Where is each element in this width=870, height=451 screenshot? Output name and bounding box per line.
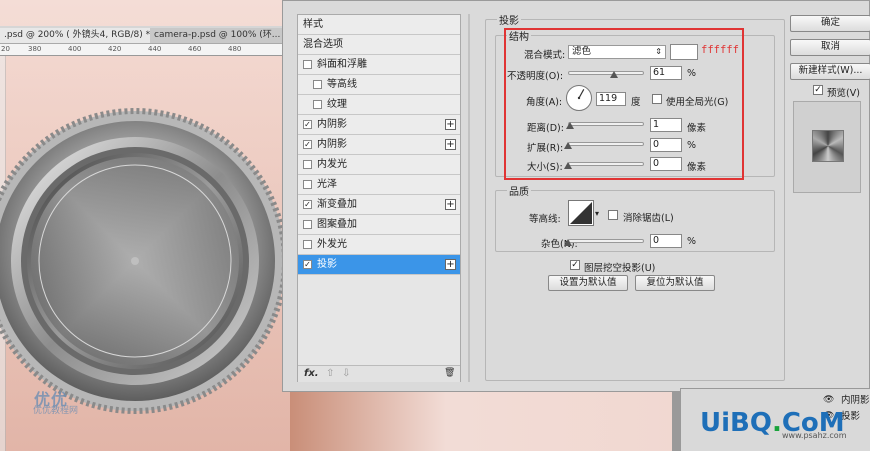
add-effect-icon[interactable]: + — [445, 199, 456, 210]
knockout-checkbox[interactable]: ✓ — [570, 260, 580, 270]
ruler-mark: 460 — [188, 45, 202, 53]
style-item-label: 混合选项 — [303, 39, 343, 50]
style-item-label: 斜面和浮雕 — [317, 59, 367, 70]
style-list: 样式混合选项斜面和浮雕等高线纹理 ✓ 内阴影 + ✓ 内阴影 + 内发光光泽 ✓ 渐变叠加 + 图案叠… — [297, 14, 461, 382]
document-tab-1[interactable]: .psd @ 200% ( 外镜头4, RGB/8) * × — [0, 28, 150, 43]
style-item-label: 内阴影 — [317, 119, 347, 130]
eye-icon[interactable]: 👁 — [823, 393, 834, 408]
horizontal-ruler: 20 380 400 420 440 460 480 — [0, 44, 290, 56]
canvas-watermark-text: 优优教程网 — [33, 406, 79, 416]
style-item-label: 光泽 — [317, 179, 337, 190]
fx-icon[interactable]: fx. — [304, 368, 319, 379]
ruler-mark: 20 — [1, 45, 10, 53]
style-preview — [793, 101, 861, 193]
style-item-checkbox[interactable]: ✓ — [303, 140, 312, 149]
layer-effect-row[interactable]: 👁 内阴影 — [681, 393, 870, 408]
style-item-checkbox[interactable] — [313, 100, 322, 109]
add-effect-icon[interactable]: + — [445, 259, 456, 270]
panel-divider — [672, 392, 680, 451]
style-item-label: 渐变叠加 — [317, 199, 357, 210]
drop-shadow-title: 投影 — [497, 12, 521, 27]
document-tab-bar: .psd @ 200% ( 外镜头4, RGB/8) * × camera-p.… — [0, 26, 290, 44]
style-item-label: 样式 — [303, 19, 323, 30]
style-item-checkbox[interactable] — [303, 180, 312, 189]
style-item-label: 内发光 — [317, 159, 347, 170]
style-item-checkbox[interactable] — [303, 220, 312, 229]
list-scrollbar[interactable] — [468, 14, 470, 382]
layer-effect-label: 内阴影 — [841, 395, 870, 406]
ruler-mark: 420 — [108, 45, 122, 53]
reset-default-button[interactable]: 复位为默认值 — [635, 275, 715, 291]
style-item-label: 内阴影 — [317, 139, 347, 150]
style-item-checkbox[interactable] — [303, 240, 312, 249]
document-tab-2[interactable]: camera-p.psd @ 100% (环... × — [150, 28, 290, 43]
style-list-item[interactable]: 等高线 — [298, 75, 460, 95]
site-watermark-url: www.psahz.com — [782, 431, 847, 440]
style-item-checkbox[interactable]: ✓ — [303, 260, 312, 269]
style-list-item[interactable]: 外发光 — [298, 235, 460, 255]
style-list-item[interactable]: 混合选项 — [298, 35, 460, 55]
noise-unit: % — [687, 236, 697, 247]
contour-picker[interactable] — [568, 200, 594, 226]
document-tab-1-label: .psd @ 200% ( 外镜头4, RGB/8) * — [4, 30, 150, 40]
ruler-mark: 440 — [148, 45, 162, 53]
antialias-checkbox[interactable] — [608, 210, 618, 220]
style-list-item[interactable]: ✓ 渐变叠加 + — [298, 195, 460, 215]
style-item-checkbox[interactable]: ✓ — [303, 120, 312, 129]
noise-value: 0 — [653, 235, 660, 246]
ruler-mark: 380 — [28, 45, 42, 53]
contour-linear-icon — [570, 202, 592, 224]
preview-swatch — [812, 130, 844, 162]
quality-title: 品质 — [507, 183, 531, 198]
style-list-item[interactable]: 图案叠加 — [298, 215, 460, 235]
style-item-label: 等高线 — [327, 79, 357, 90]
contour-label: 等高线: — [529, 214, 561, 225]
cancel-button[interactable]: 取消 — [790, 39, 870, 56]
style-list-item[interactable]: ✓ 内阴影 + — [298, 135, 460, 155]
style-list-item[interactable]: 斜面和浮雕 — [298, 55, 460, 75]
knockout-label: 图层挖空投影(U) — [584, 263, 656, 274]
style-item-label: 纹理 — [327, 99, 347, 110]
style-list-item[interactable]: 内发光 — [298, 155, 460, 175]
style-item-label: 外发光 — [317, 239, 347, 250]
preview-label: 预览(V) — [827, 88, 860, 99]
document-tab-2-label: camera-p.psd @ 100% (环... — [154, 30, 281, 40]
style-item-checkbox[interactable] — [313, 80, 322, 89]
move-down-icon[interactable]: ⇩ — [342, 368, 350, 379]
new-style-button[interactable]: 新建样式(W)... — [790, 63, 870, 80]
ruler-mark: 400 — [68, 45, 82, 53]
trash-icon[interactable]: 🗑 — [444, 368, 455, 378]
style-item-checkbox[interactable] — [303, 160, 312, 169]
ok-button[interactable]: 确定 — [790, 15, 870, 32]
noise-input[interactable]: 0 — [650, 234, 682, 248]
style-list-item[interactable]: ✓ 投影 + — [298, 255, 460, 275]
antialias-label: 消除锯齿(L) — [623, 213, 674, 224]
chevron-down-icon[interactable]: ▾ — [595, 209, 599, 218]
style-list-item[interactable]: 光泽 — [298, 175, 460, 195]
add-effect-icon[interactable]: + — [445, 119, 456, 130]
preview-checkbox[interactable]: ✓ — [813, 85, 823, 95]
move-up-icon[interactable]: ⇧ — [326, 368, 334, 379]
style-item-checkbox[interactable]: ✓ — [303, 200, 312, 209]
ruler-mark: 480 — [228, 45, 242, 53]
layer-style-dialog: 样式混合选项斜面和浮雕等高线纹理 ✓ 内阴影 + ✓ 内阴影 + 内发光光泽 ✓ 渐变叠加 + 图案叠… — [282, 0, 870, 392]
noise-slider[interactable] — [568, 239, 644, 243]
site-watermark-dot: . — [771, 408, 782, 438]
style-list-item[interactable]: ✓ 内阴影 + — [298, 115, 460, 135]
add-effect-icon[interactable]: + — [445, 139, 456, 150]
style-item-checkbox[interactable] — [303, 60, 312, 69]
noise-slider-thumb[interactable] — [564, 239, 572, 246]
site-watermark-part: UiBQ — [700, 408, 772, 438]
style-list-footer: fx. ⇧ ⇩ 🗑 — [298, 365, 460, 382]
style-item-label: 投影 — [317, 259, 337, 270]
style-item-label: 图案叠加 — [317, 219, 357, 230]
make-default-button[interactable]: 设置为默认值 — [548, 275, 628, 291]
style-list-item[interactable]: 纹理 — [298, 95, 460, 115]
style-list-item[interactable]: 样式 — [298, 15, 460, 35]
highlight-box — [504, 28, 744, 180]
canvas-strip — [290, 392, 680, 451]
